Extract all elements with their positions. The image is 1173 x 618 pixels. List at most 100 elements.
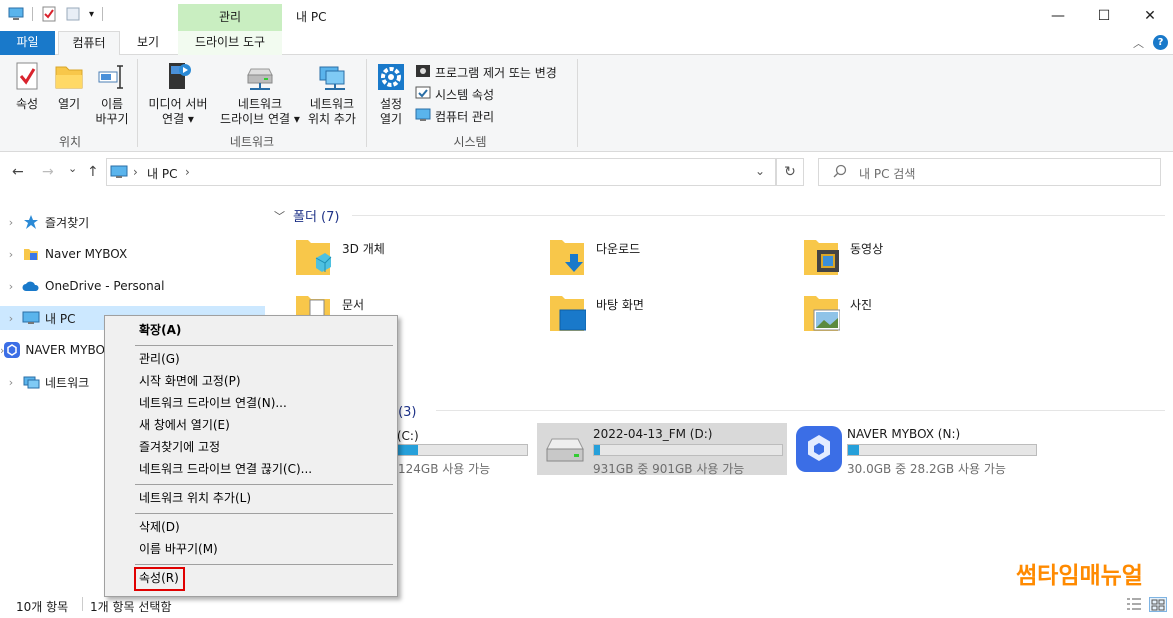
status-item-count: 10개 항목 <box>16 600 69 614</box>
qat-divider <box>102 7 104 21</box>
customize-qat-icon[interactable]: ▾ <box>89 9 94 20</box>
folder-3d-objects[interactable]: 3D 개체 <box>296 236 536 284</box>
tab-computer[interactable]: 컴퓨터 <box>58 31 120 56</box>
computer-management-button[interactable]: 컴퓨터 관리 <box>415 106 494 126</box>
breadcrumb-this-pc[interactable]: 내 PC <box>147 165 177 182</box>
folder-videos[interactable]: 동영상 <box>804 236 1044 284</box>
breadcrumb-separator: › <box>185 165 190 179</box>
tab-drive-tools[interactable]: 드라이브 도구 <box>178 31 282 55</box>
folders-section-title: 폴더 (7) <box>293 210 340 225</box>
properties-button[interactable]: 속성 <box>8 61 46 112</box>
maximize-icon: ☐ <box>1097 7 1111 24</box>
open-settings-button[interactable]: 설정 열기 <box>372 61 410 127</box>
nav-item-network[interactable]: › 네트워크 <box>0 370 104 394</box>
nav-item-quick-access[interactable]: › 즐겨찾기 <box>0 210 265 234</box>
recent-locations-button[interactable]: ⌄ <box>68 162 77 175</box>
folders-section-header[interactable]: ﹀ 폴더 (7) <box>274 206 340 226</box>
naver-mybox-icon <box>795 425 843 473</box>
drive-naver-mybox[interactable]: NAVER MYBOX (N:) 30.0GB 중 28.2GB 사용 가능 <box>791 423 1041 476</box>
nav-label: OneDrive - Personal <box>45 279 165 293</box>
nav-label: 네트워크 <box>45 375 90 390</box>
drive-name: NAVER MYBOX (N:) <box>847 427 961 441</box>
menu-item-pin-to-start[interactable]: 시작 화면에 고정(P) <box>107 371 395 392</box>
tab-file[interactable]: 파일 <box>0 31 55 55</box>
up-button[interactable]: ↑ <box>87 164 99 180</box>
expand-chevron-icon[interactable]: › <box>0 376 22 389</box>
menu-item-delete[interactable]: 삭제(D) <box>107 517 395 538</box>
drive-d[interactable]: 2022-04-13_FM (D:) 931GB 중 901GB 사용 가능 <box>537 423 787 476</box>
uninstall-program-button[interactable]: 프로그램 제거 또는 변경 <box>415 62 557 82</box>
folder-download-icon <box>550 236 586 276</box>
new-folder-icon[interactable] <box>65 6 81 22</box>
refresh-icon: ↻ <box>784 164 796 180</box>
folder-downloads[interactable]: 다운로드 <box>550 236 790 284</box>
computer-icon[interactable] <box>8 6 24 22</box>
open-button[interactable]: 열기 <box>52 61 86 112</box>
collapse-ribbon-icon[interactable]: ︿ <box>1133 35 1144 51</box>
menu-item-rename[interactable]: 이름 바꾸기(M) <box>107 539 395 560</box>
folder-open-icon <box>54 61 84 93</box>
folder-icon <box>22 246 40 262</box>
network-drive-icon <box>242 61 278 93</box>
group-label-location: 위치 <box>58 135 82 149</box>
minimize-button[interactable]: — <box>1035 0 1081 31</box>
collapse-chevron-icon[interactable]: ﹀ <box>274 208 285 224</box>
nav-item-naver-mybox-drive[interactable]: › NAVER MYBOX <box>0 338 104 362</box>
nav-label: 내 PC <box>45 311 76 326</box>
ribbon-separator <box>137 59 138 147</box>
large-icons-view-icon[interactable] <box>1149 597 1167 612</box>
address-bar[interactable]: › 내 PC › ⌄ <box>106 158 776 186</box>
close-icon: ✕ <box>1144 7 1156 24</box>
rename-label-1: 이름 <box>100 97 124 111</box>
network-location-icon <box>317 61 347 93</box>
system-properties-button[interactable]: 시스템 속성 <box>415 84 494 104</box>
cloud-icon <box>22 278 40 294</box>
folder-name: 동영상 <box>850 242 884 256</box>
refresh-button[interactable]: ↻ <box>776 158 804 186</box>
drive-usage-bar <box>593 444 783 456</box>
map-drive-label-2: 드라이브 연결 ▾ <box>220 112 300 126</box>
status-selected-count: 1개 항목 선택함 <box>90 600 172 614</box>
group-label-network: 네트워크 <box>229 135 275 149</box>
nav-item-onedrive[interactable]: › OneDrive - Personal <box>0 274 265 298</box>
minimize-icon: — <box>1051 7 1065 24</box>
address-dropdown-button[interactable]: ⌄ <box>755 164 765 178</box>
drive-usage-fill <box>848 445 860 455</box>
rename-button[interactable]: 이름 바꾸기 <box>92 61 132 127</box>
menu-separator <box>135 513 393 514</box>
system-properties-label: 시스템 속성 <box>435 87 495 102</box>
properties-check-icon[interactable] <box>41 6 57 22</box>
details-view-icon[interactable] <box>1127 598 1141 613</box>
add-network-location-button[interactable]: 네트워크 위치 추가 <box>304 61 360 127</box>
menu-item-expand[interactable]: 확장(A) <box>107 320 395 341</box>
nav-item-naver-mybox[interactable]: › Naver MYBOX <box>0 242 265 266</box>
help-icon[interactable]: ? <box>1153 35 1168 50</box>
folder-desktop[interactable]: 바탕 화면 <box>550 292 790 340</box>
status-bar: 10개 항목 1개 항목 선택함 <box>0 592 1173 618</box>
this-pc-icon <box>110 164 128 183</box>
map-drive-label-1: 네트워크 <box>237 97 283 111</box>
media-server-icon <box>163 61 193 93</box>
menu-item-map-network-drive[interactable]: 네트워크 드라이브 연결(N)... <box>107 393 395 414</box>
tab-view[interactable]: 보기 <box>125 31 171 55</box>
nav-label: NAVER MYBOX <box>25 343 104 357</box>
forward-button[interactable]: → <box>42 164 54 180</box>
expand-chevron-icon[interactable]: › <box>0 312 22 325</box>
maximize-button[interactable]: ☐ <box>1081 0 1127 31</box>
menu-item-pin-quick-access[interactable]: 즐겨찾기에 고정 <box>107 437 395 458</box>
menu-item-manage[interactable]: 관리(G) <box>107 349 395 370</box>
window-title: 내 PC <box>296 10 327 24</box>
folder-pictures[interactable]: 사진 <box>804 292 1044 340</box>
expand-chevron-icon[interactable]: › <box>0 280 22 293</box>
back-button[interactable]: ← <box>12 164 24 180</box>
menu-item-disconnect-network-drive[interactable]: 네트워크 드라이브 연결 끊기(C)... <box>107 459 395 480</box>
close-button[interactable]: ✕ <box>1127 0 1173 31</box>
expand-chevron-icon[interactable]: › <box>0 248 22 261</box>
menu-item-add-network-location[interactable]: 네트워크 위치 추가(L) <box>107 488 395 509</box>
menu-item-open-new-window[interactable]: 새 창에서 열기(E) <box>107 415 395 436</box>
expand-chevron-icon[interactable]: › <box>0 216 22 229</box>
search-box[interactable]: 내 PC 검색 <box>818 158 1161 186</box>
map-network-drive-button[interactable]: 네트워크 드라이브 연결 ▾ <box>215 61 305 127</box>
media-server-button[interactable]: 미디어 서버 연결 ▾ <box>144 61 212 127</box>
section-divider <box>436 410 1165 411</box>
